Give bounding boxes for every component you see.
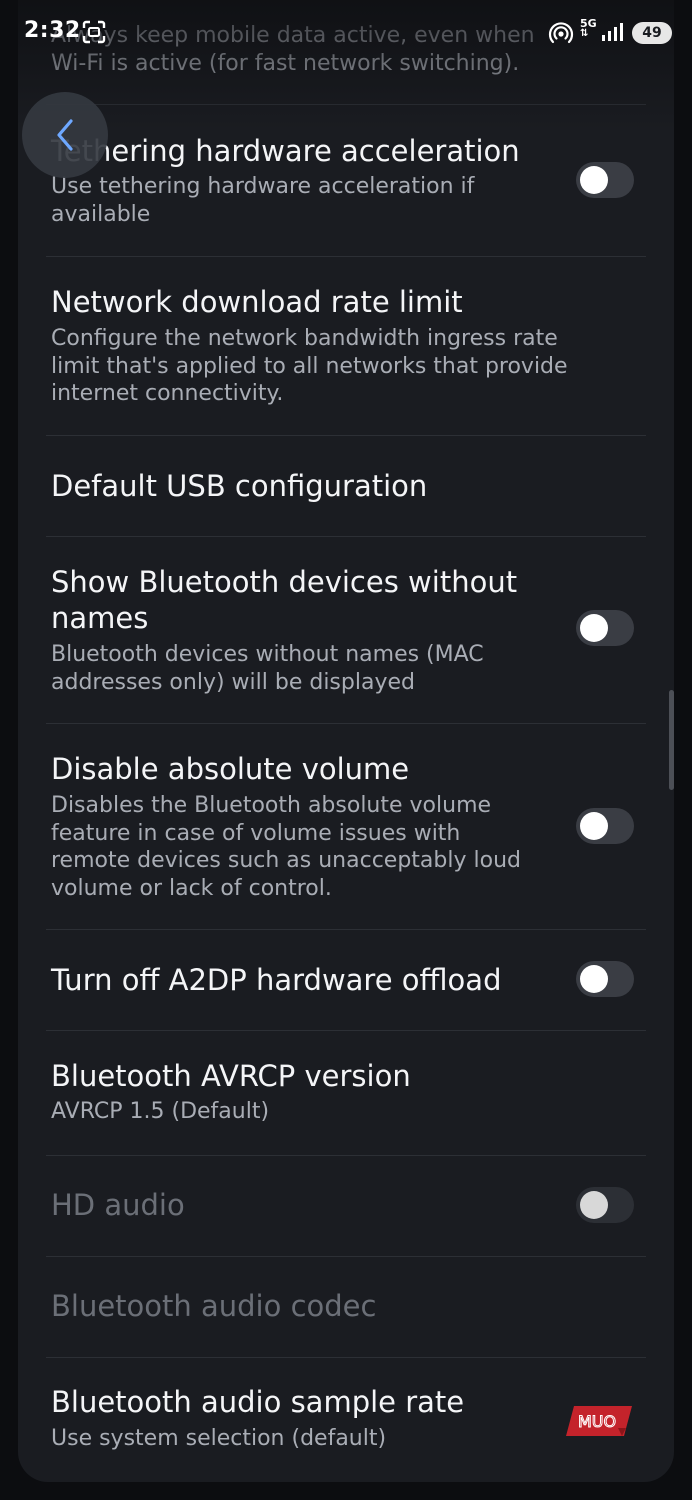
chevron-left-icon	[57, 119, 73, 151]
setting-bluetooth-audio-codec[interactable]: Bluetooth audio codec	[18, 1257, 674, 1357]
setting-hd-audio[interactable]: HD audio	[18, 1156, 674, 1256]
toggle-knob	[580, 812, 608, 840]
setting-summary: AVRCP 1.5 (Default)	[51, 1099, 270, 1124]
disable-absolute-volume-toggle[interactable]	[576, 808, 634, 844]
setting-disable-absolute-volume[interactable]: Disable absolute volume Disables the Blu…	[18, 724, 674, 929]
hotspot-icon	[548, 20, 574, 46]
setting-summary: Use tethering hardware acceleration if a…	[51, 174, 475, 227]
watermark-text: MUO	[578, 1412, 616, 1431]
setting-summary: Disables the Bluetooth absolute volume f…	[51, 793, 521, 901]
status-time: 2:32	[24, 18, 81, 43]
screen: Always keep mobile data active, even whe…	[0, 0, 692, 1500]
setting-title: Network download rate limit	[51, 285, 463, 319]
setting-title: Bluetooth audio sample rate	[51, 1385, 465, 1419]
setting-title: Default USB configuration	[51, 469, 428, 503]
setting-title: HD audio	[51, 1188, 185, 1222]
screenshot-icon	[82, 20, 106, 44]
setting-title: Disable absolute volume	[51, 752, 410, 786]
setting-show-bluetooth-devices-without-names[interactable]: Show Bluetooth devices without names Blu…	[18, 537, 674, 723]
setting-title: Bluetooth audio codec	[51, 1289, 377, 1323]
scrollbar[interactable]	[669, 690, 674, 790]
status-bar: 2:32 5G ⇅ 49	[0, 0, 692, 64]
setting-title: Turn off A2DP hardware offload	[51, 963, 502, 997]
battery-icon: 49	[632, 22, 672, 44]
watermark-icon: MUO	[566, 1406, 632, 1436]
data-arrows-icon: ⇅	[580, 28, 589, 39]
show-nameless-devices-toggle[interactable]	[576, 610, 634, 646]
setting-summary: Use system selection (default)	[51, 1426, 387, 1451]
setting-network-download-rate-limit[interactable]: Network download rate limit Configure th…	[18, 257, 674, 435]
battery-level: 49	[642, 25, 662, 41]
settings-list: Always keep mobile data active, even whe…	[18, 0, 674, 1482]
setting-bluetooth-avrcp-version[interactable]: Bluetooth AVRCP version AVRCP 1.5 (Defau…	[18, 1031, 674, 1155]
toggle-knob	[580, 614, 608, 642]
back-button[interactable]	[22, 92, 108, 178]
setting-summary: Bluetooth devices without names (MAC add…	[51, 642, 484, 695]
toggle-knob	[580, 166, 608, 194]
a2dp-offload-toggle[interactable]	[576, 961, 634, 997]
setting-title: Tethering hardware acceleration	[51, 134, 520, 168]
setting-tethering-hardware-acceleration[interactable]: Tethering hardware acceleration Use teth…	[18, 105, 674, 255]
setting-default-usb-configuration[interactable]: Default USB configuration	[18, 436, 674, 536]
setting-title: Show Bluetooth devices without names	[51, 565, 518, 635]
toggle-knob	[580, 965, 608, 993]
hd-audio-toggle[interactable]	[576, 1187, 634, 1223]
muo-watermark-logo: MUO	[564, 1404, 634, 1438]
tethering-acceleration-toggle[interactable]	[576, 162, 634, 198]
signal-icon	[600, 20, 628, 44]
network-type: 5G ⇅	[580, 18, 597, 39]
toggle-knob	[580, 1191, 608, 1219]
setting-summary: Configure the network bandwidth ingress …	[51, 326, 568, 406]
setting-turn-off-a2dp-hardware-offload[interactable]: Turn off A2DP hardware offload	[18, 930, 674, 1030]
setting-title: Bluetooth AVRCP version	[51, 1059, 411, 1093]
